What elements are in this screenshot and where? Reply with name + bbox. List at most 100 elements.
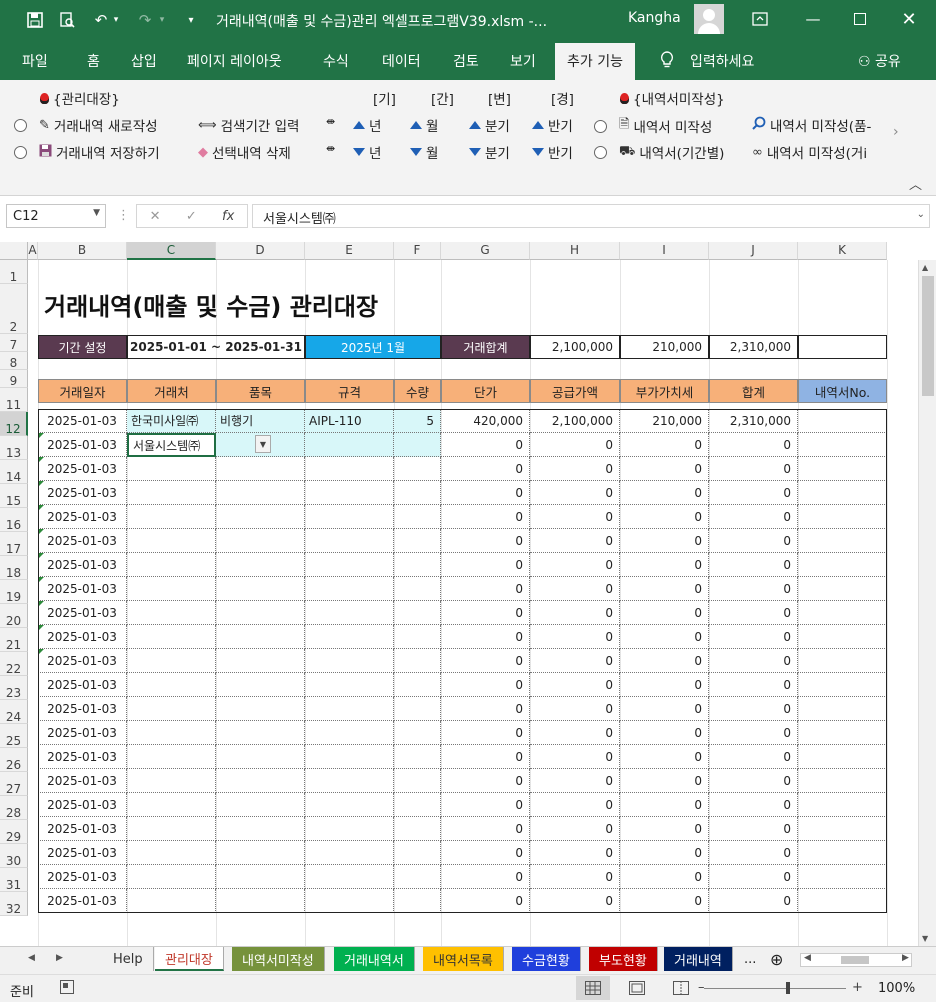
- statement-unwritten-button[interactable]: 🗎 내역서 미작성: [594, 115, 712, 137]
- half-down-button[interactable]: 반기: [532, 142, 573, 162]
- cell-e[interactable]: [305, 649, 394, 673]
- save-icon[interactable]: [24, 9, 46, 31]
- hscroll-thumb[interactable]: [841, 956, 869, 964]
- cell-e[interactable]: [305, 865, 394, 889]
- search-period-button[interactable]: ⟺ 검색기간 입력: [198, 115, 299, 136]
- enter-icon[interactable]: ✓: [186, 209, 197, 224]
- cell-e[interactable]: [305, 793, 394, 817]
- macro-record-icon[interactable]: [60, 980, 74, 998]
- cell-d[interactable]: [216, 697, 305, 721]
- cell-d[interactable]: [216, 745, 305, 769]
- more-tabs-button[interactable]: ...: [740, 947, 760, 971]
- grid-view-icon[interactable]: [576, 976, 610, 1000]
- cell-c[interactable]: [127, 673, 216, 697]
- cell-h[interactable]: 0: [530, 433, 620, 457]
- cell-f[interactable]: [394, 625, 441, 649]
- scroll-thumb[interactable]: [922, 276, 934, 396]
- cell-e[interactable]: [305, 433, 394, 457]
- menu-home[interactable]: 홈: [87, 51, 100, 71]
- cell-e[interactable]: [305, 505, 394, 529]
- cell-j[interactable]: 0: [709, 793, 798, 817]
- cell-k[interactable]: [798, 889, 887, 913]
- cell-b[interactable]: 2025-01-03: [38, 841, 127, 865]
- cell-g[interactable]: 0: [441, 673, 530, 697]
- cell-b[interactable]: 2025-01-03: [38, 721, 127, 745]
- cell-j[interactable]: 0: [709, 649, 798, 673]
- select-all-corner[interactable]: [0, 242, 28, 260]
- cell-b[interactable]: 2025-01-03: [38, 817, 127, 841]
- expand-formula-icon[interactable]: ⌄: [917, 209, 925, 220]
- cell-h[interactable]: 0: [530, 889, 620, 913]
- cell-g[interactable]: 0: [441, 529, 530, 553]
- cell-e[interactable]: [305, 721, 394, 745]
- cell-d[interactable]: [216, 481, 305, 505]
- tab-scroll-right-icon[interactable]: ▶: [56, 953, 63, 963]
- page-layout-icon[interactable]: [620, 976, 654, 1000]
- user-icon[interactable]: [694, 4, 724, 34]
- quarter-down-button[interactable]: 분기: [469, 142, 510, 162]
- cell-j[interactable]: 0: [709, 745, 798, 769]
- menu-view[interactable]: 보기: [510, 51, 536, 71]
- year-down-button[interactable]: 년: [353, 142, 381, 162]
- statement-by-period-button[interactable]: ⛟ 내역서(기간별): [594, 142, 724, 162]
- cell-h[interactable]: 0: [530, 577, 620, 601]
- cell-e[interactable]: [305, 745, 394, 769]
- horizontal-scrollbar[interactable]: [800, 953, 912, 967]
- row-header-15[interactable]: 15: [0, 484, 28, 508]
- row-header-19[interactable]: 19: [0, 580, 28, 604]
- ribbon-scroll-right-icon[interactable]: ›: [893, 124, 899, 140]
- cell-d[interactable]: [216, 793, 305, 817]
- cell-j[interactable]: 0: [709, 601, 798, 625]
- cell-d[interactable]: [216, 529, 305, 553]
- hscroll-left-icon[interactable]: ◀: [804, 953, 811, 963]
- cell-f[interactable]: [394, 721, 441, 745]
- formula-input[interactable]: 서울시스템㈜ ⌄: [252, 204, 930, 228]
- zoom-thumb[interactable]: [786, 982, 790, 994]
- cell-c[interactable]: [127, 817, 216, 841]
- half-up-button[interactable]: 반기: [532, 115, 573, 135]
- cell-j[interactable]: 0: [709, 457, 798, 481]
- redo-dropdown-icon[interactable]: ▾: [156, 9, 168, 31]
- cell-d[interactable]: [216, 889, 305, 913]
- column-header-k[interactable]: K: [798, 242, 887, 260]
- cell-h[interactable]: 0: [530, 721, 620, 745]
- cell-i[interactable]: 0: [620, 649, 709, 673]
- cell-c[interactable]: [127, 841, 216, 865]
- cell-j[interactable]: 0: [709, 433, 798, 457]
- row-header-9[interactable]: 9: [0, 370, 28, 388]
- cell-g[interactable]: 0: [441, 745, 530, 769]
- sheet-tab-2[interactable]: 내역서미작성: [232, 947, 325, 971]
- cell-j[interactable]: 0: [709, 505, 798, 529]
- cell-b[interactable]: 2025-01-03: [38, 625, 127, 649]
- cell-g[interactable]: 0: [441, 553, 530, 577]
- row-header-24[interactable]: 24: [0, 700, 28, 724]
- cell-e[interactable]: [305, 601, 394, 625]
- undo-dropdown-icon[interactable]: ▾: [110, 9, 122, 31]
- cell-e[interactable]: [305, 625, 394, 649]
- cell-g[interactable]: 0: [441, 505, 530, 529]
- row-header-2[interactable]: 2: [0, 284, 28, 334]
- row-header-20[interactable]: 20: [0, 604, 28, 628]
- cell-b[interactable]: 2025-01-03: [38, 697, 127, 721]
- cell-f[interactable]: [394, 481, 441, 505]
- cell-j[interactable]: 0: [709, 529, 798, 553]
- undo-icon[interactable]: ↶: [90, 9, 112, 31]
- cell-g[interactable]: 0: [441, 601, 530, 625]
- row-header-11[interactable]: 11: [0, 388, 28, 412]
- cell-d[interactable]: [216, 817, 305, 841]
- minimize-icon[interactable]: —: [798, 6, 828, 32]
- cell-k[interactable]: [798, 481, 887, 505]
- cell-f[interactable]: [394, 433, 441, 457]
- cell-i[interactable]: 0: [620, 793, 709, 817]
- row-header-28[interactable]: 28: [0, 796, 28, 820]
- row-header-25[interactable]: 25: [0, 724, 28, 748]
- cell-c[interactable]: [127, 577, 216, 601]
- user-name[interactable]: Kangha: [628, 10, 681, 26]
- column-header-h[interactable]: H: [530, 242, 620, 260]
- cell-e[interactable]: [305, 673, 394, 697]
- cell-b[interactable]: 2025-01-03: [38, 457, 127, 481]
- cell-h[interactable]: 0: [530, 673, 620, 697]
- cell-h[interactable]: 0: [530, 817, 620, 841]
- cell-d[interactable]: [216, 769, 305, 793]
- cell-c[interactable]: [127, 553, 216, 577]
